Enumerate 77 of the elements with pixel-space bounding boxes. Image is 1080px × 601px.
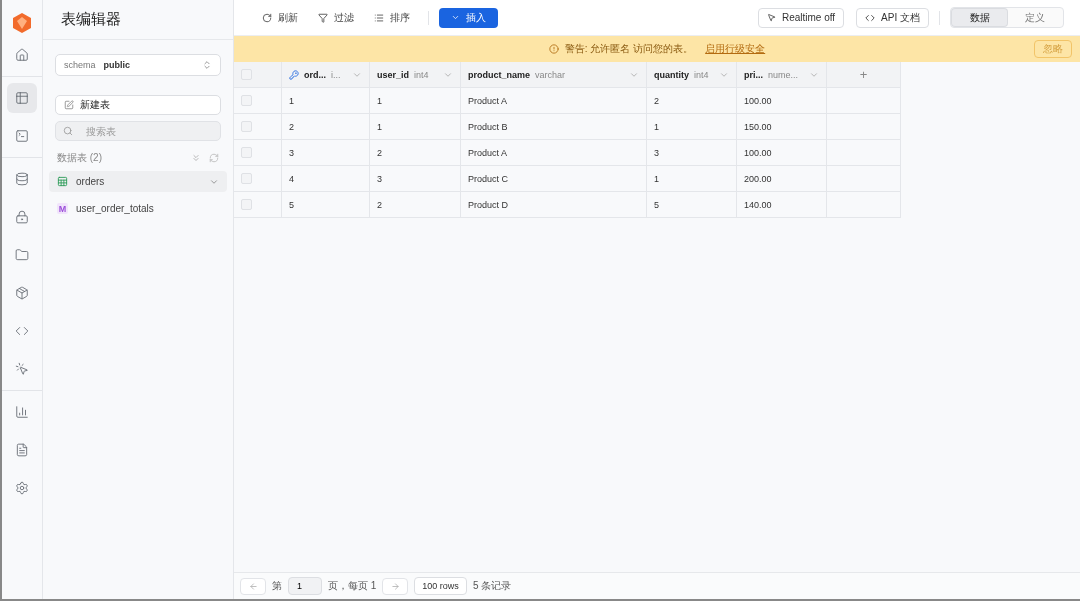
table-cell: 1 — [370, 88, 461, 114]
arrow-left-icon — [248, 581, 258, 591]
section-label: 数据表 (2) — [57, 151, 103, 165]
row-checkbox[interactable] — [241, 173, 252, 184]
code-icon — [865, 12, 876, 23]
table-cell: Product B — [461, 114, 647, 140]
warning-text: 警告: 允许匿名 访问您的表。 — [564, 42, 694, 56]
column-header[interactable]: pri... nume... — [737, 62, 827, 88]
per-page-label: 页，每页 1 — [328, 579, 377, 593]
table-cell: 140.00 — [737, 192, 827, 218]
page-size-select[interactable]: 100 rows — [414, 577, 467, 595]
table-cell: 3 — [282, 140, 370, 166]
table-cell: 1 — [647, 166, 737, 192]
row-checkbox[interactable] — [241, 121, 252, 132]
table-cell: 1 — [647, 114, 737, 140]
collapse-icon[interactable] — [191, 153, 201, 163]
page-label: 第 — [272, 579, 282, 593]
filter-icon — [318, 12, 328, 23]
row-checkbox[interactable] — [241, 147, 252, 158]
table-icon[interactable] — [7, 83, 37, 113]
view-tab[interactable]: 定义 — [1007, 9, 1062, 26]
new-table-button[interactable]: 新建表 — [55, 95, 221, 115]
search-icon — [63, 126, 73, 136]
table-cell: 150.00 — [737, 114, 827, 140]
insert-button[interactable]: 插入 — [439, 7, 498, 28]
table-cell: 5 — [647, 192, 737, 218]
sort-button[interactable]: 排序 — [366, 7, 418, 28]
api-docs-button[interactable]: API 文档 — [856, 7, 929, 28]
arrow-right-icon — [390, 581, 400, 591]
caret-icon — [451, 13, 460, 22]
table-cell: 1 — [370, 114, 461, 140]
column-header[interactable]: product_name varchar — [461, 62, 647, 88]
table-cell: 5 — [282, 192, 370, 218]
page-title: 表编辑器 — [61, 10, 121, 29]
table-cell: 200.00 — [737, 166, 827, 192]
pencil-icon — [64, 100, 74, 110]
table-cell: 100.00 — [737, 88, 827, 114]
rls-link[interactable]: 启用行级安全 — [705, 42, 766, 56]
column-header[interactable]: ord... i... — [282, 62, 370, 88]
table-list-item[interactable]: M user_order_totals — [49, 198, 227, 219]
table-cell: Product A — [461, 140, 647, 166]
search-field[interactable]: 搜索表 — [55, 121, 221, 141]
next-page-button[interactable] — [382, 577, 409, 595]
refresh-icon[interactable] — [209, 153, 219, 163]
view-badge: M — [57, 203, 68, 214]
table-cell: 2 — [282, 114, 370, 140]
table-cell: 2 — [370, 140, 461, 166]
warning-icon — [548, 44, 559, 54]
realtime-button[interactable]: Realtime off — [757, 7, 845, 28]
table-cell: 100.00 — [737, 140, 827, 166]
table-cell: 2 — [647, 88, 737, 114]
table-list-item[interactable]: orders — [49, 171, 227, 192]
view-tab[interactable]: 数据 — [952, 9, 1007, 26]
table-cell: 4 — [282, 166, 370, 192]
schema-select[interactable]: schema public — [55, 54, 221, 76]
table-cell: 2 — [370, 192, 461, 218]
table-cell: Product D — [461, 192, 647, 218]
chevrons-icon — [202, 60, 212, 70]
table-cell: 3 — [647, 140, 737, 166]
column-header[interactable]: user_id int4 — [370, 62, 461, 88]
pointer-icon — [766, 13, 776, 22]
refresh-button[interactable]: 刷新 — [254, 7, 306, 28]
table-cell: Product A — [461, 88, 647, 114]
refresh-icon — [262, 12, 272, 23]
table-cell: 1 — [282, 88, 370, 114]
previous-page-button[interactable] — [240, 577, 266, 595]
logo-icon — [12, 12, 32, 34]
record-count: 5 条记录 — [472, 579, 512, 593]
table-cell: Product C — [461, 166, 647, 192]
table-icon — [57, 176, 68, 187]
filter-button[interactable]: 过滤 — [310, 7, 362, 28]
page-field[interactable]: 1 — [288, 577, 322, 595]
list-icon — [374, 12, 384, 23]
row-checkbox[interactable] — [241, 95, 252, 106]
row-checkbox[interactable] — [241, 199, 252, 210]
table-cell: 3 — [370, 166, 461, 192]
column-header[interactable]: quantity int4 — [647, 62, 737, 88]
